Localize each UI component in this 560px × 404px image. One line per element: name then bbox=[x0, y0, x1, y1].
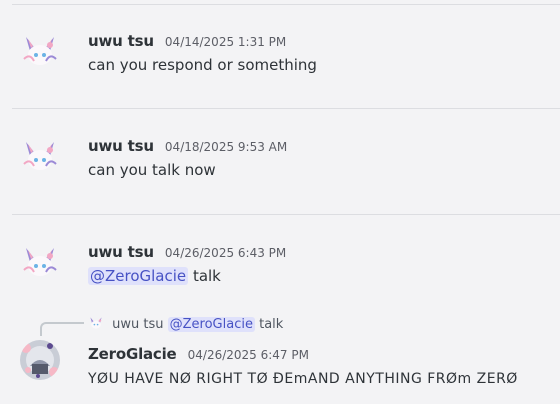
sylveon-avatar-icon[interactable] bbox=[20, 31, 60, 71]
timestamp: 04/26/2025 6:43 PM bbox=[164, 246, 287, 260]
message-header: uwu tsu 04/18/2025 9:53 AM bbox=[88, 136, 287, 155]
username[interactable]: ZeroGlacie bbox=[88, 345, 177, 363]
reply-connector bbox=[40, 322, 84, 336]
reply-reference[interactable]: uwu tsu @ZeroGlacie talk bbox=[88, 315, 283, 332]
user-mention[interactable]: @ZeroGlacie bbox=[88, 267, 189, 285]
timestamp: 04/26/2025 6:47 PM bbox=[187, 348, 309, 362]
reply-mention: @ZeroGlacie bbox=[167, 317, 255, 332]
reply-author: uwu tsu bbox=[112, 317, 164, 332]
message-divider bbox=[12, 214, 560, 215]
message-header: uwu tsu 04/14/2025 1:31 PM bbox=[88, 31, 286, 50]
message-header: ZeroGlacie 04/26/2025 6:47 PM bbox=[88, 344, 309, 363]
username[interactable]: uwu tsu bbox=[88, 32, 154, 50]
message-text: can you talk now bbox=[88, 161, 216, 179]
message-divider bbox=[12, 4, 560, 5]
message-text: YØU HAVE NØ RIGHT TØ ÐEmAND ANYTHING FRØ… bbox=[88, 371, 518, 387]
username[interactable]: uwu tsu bbox=[88, 137, 154, 155]
message-text-part: talk bbox=[192, 267, 221, 285]
sylveon-avatar-icon[interactable] bbox=[20, 242, 60, 282]
message-divider bbox=[12, 108, 560, 109]
username[interactable]: uwu tsu bbox=[88, 243, 154, 261]
timestamp: 04/14/2025 1:31 PM bbox=[164, 35, 287, 49]
timestamp: 04/18/2025 9:53 AM bbox=[164, 140, 288, 154]
zeroglacie-avatar-icon[interactable] bbox=[20, 340, 60, 380]
message-header: uwu tsu 04/26/2025 6:43 PM bbox=[88, 242, 286, 261]
sylveon-avatar-icon[interactable] bbox=[20, 136, 60, 176]
reply-text: talk bbox=[259, 317, 284, 332]
message-text: @ZeroGlacie talk bbox=[88, 267, 221, 285]
message-text: can you respond or something bbox=[88, 56, 317, 74]
sylveon-avatar-icon bbox=[88, 315, 104, 331]
